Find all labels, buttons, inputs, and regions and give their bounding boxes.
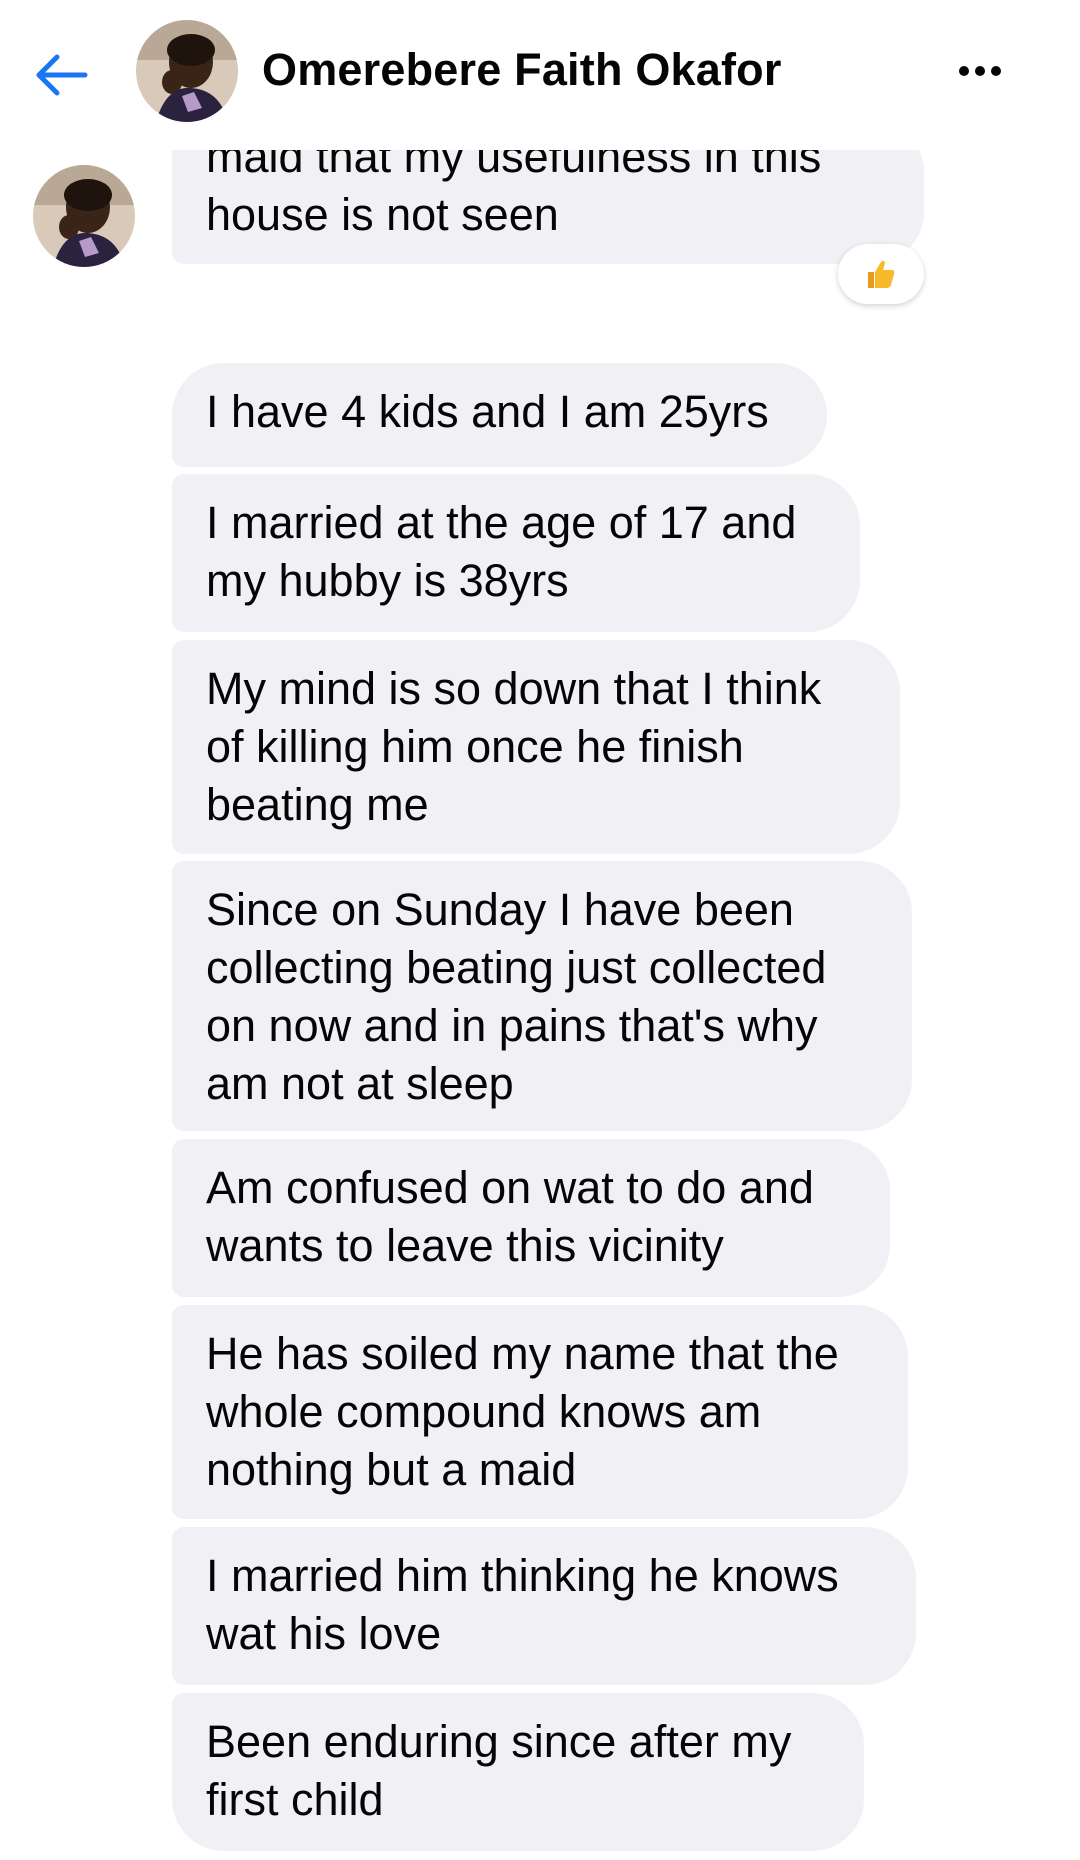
- message-line: my hubby is 38yrs: [206, 555, 569, 606]
- message-bubble[interactable]: He has soiled my name that the whole com…: [172, 1305, 908, 1519]
- message-line: nothing but a maid: [206, 1444, 577, 1495]
- more-dots-icon: [959, 66, 1001, 76]
- message-bubble[interactable]: Am confused on wat to do and wants to le…: [172, 1139, 890, 1297]
- message-line: beating me: [206, 779, 429, 830]
- more-options-button[interactable]: [950, 50, 1010, 92]
- message-bubble[interactable]: Been enduring since after my first child: [172, 1693, 864, 1851]
- sender-avatar[interactable]: [33, 165, 135, 267]
- conversation-header: Omerebere Faith Okafor: [0, 0, 1080, 150]
- message-line: of killing him once he finish: [206, 721, 744, 772]
- message-line: first child: [206, 1774, 384, 1825]
- message-thread[interactable]: maid that my usefulness in this house is…: [0, 150, 1080, 1860]
- message-line: Am confused on wat to do and: [206, 1162, 814, 1213]
- message-line: I married him thinking he knows: [206, 1550, 839, 1601]
- message-line: I married at the age of 17 and: [206, 497, 797, 548]
- message-line: wat his love: [206, 1608, 442, 1659]
- message-bubble[interactable]: Since on Sunday I have been collecting b…: [172, 861, 912, 1131]
- message-line: house is not seen: [206, 189, 559, 240]
- message-bubble[interactable]: maid that my usefulness in this house is…: [172, 150, 924, 264]
- message-line: am not at sleep: [206, 1058, 514, 1109]
- message-bubble[interactable]: I married at the age of 17 and my hubby …: [172, 474, 860, 632]
- message-line: My mind is so down that I think: [206, 663, 822, 714]
- contact-name[interactable]: Omerebere Faith Okafor: [262, 44, 782, 96]
- message-bubble[interactable]: My mind is so down that I think of killi…: [172, 640, 900, 854]
- message-line: collecting beating just collected: [206, 942, 827, 993]
- message-line: I have 4 kids and I am 25yrs: [206, 386, 769, 437]
- arrow-left-icon: [36, 54, 88, 96]
- message-bubble[interactable]: I married him thinking he knows wat his …: [172, 1527, 916, 1685]
- message-line: wants to leave this vicinity: [206, 1220, 724, 1271]
- message-line: Been enduring since after my: [206, 1716, 792, 1767]
- message-line: Since on Sunday I have been: [206, 884, 794, 935]
- reaction-badge[interactable]: [838, 244, 924, 304]
- contact-avatar[interactable]: [136, 20, 238, 122]
- message-line: maid that my usefulness in this: [206, 150, 822, 182]
- message-line: on now and in pains that's why: [206, 1000, 818, 1051]
- message-line: whole compound knows am: [206, 1386, 762, 1437]
- back-button[interactable]: [26, 40, 96, 110]
- thumbs-up-icon: [868, 260, 895, 288]
- message-bubble[interactable]: I have 4 kids and I am 25yrs: [172, 363, 827, 467]
- message-line: He has soiled my name that the: [206, 1328, 839, 1379]
